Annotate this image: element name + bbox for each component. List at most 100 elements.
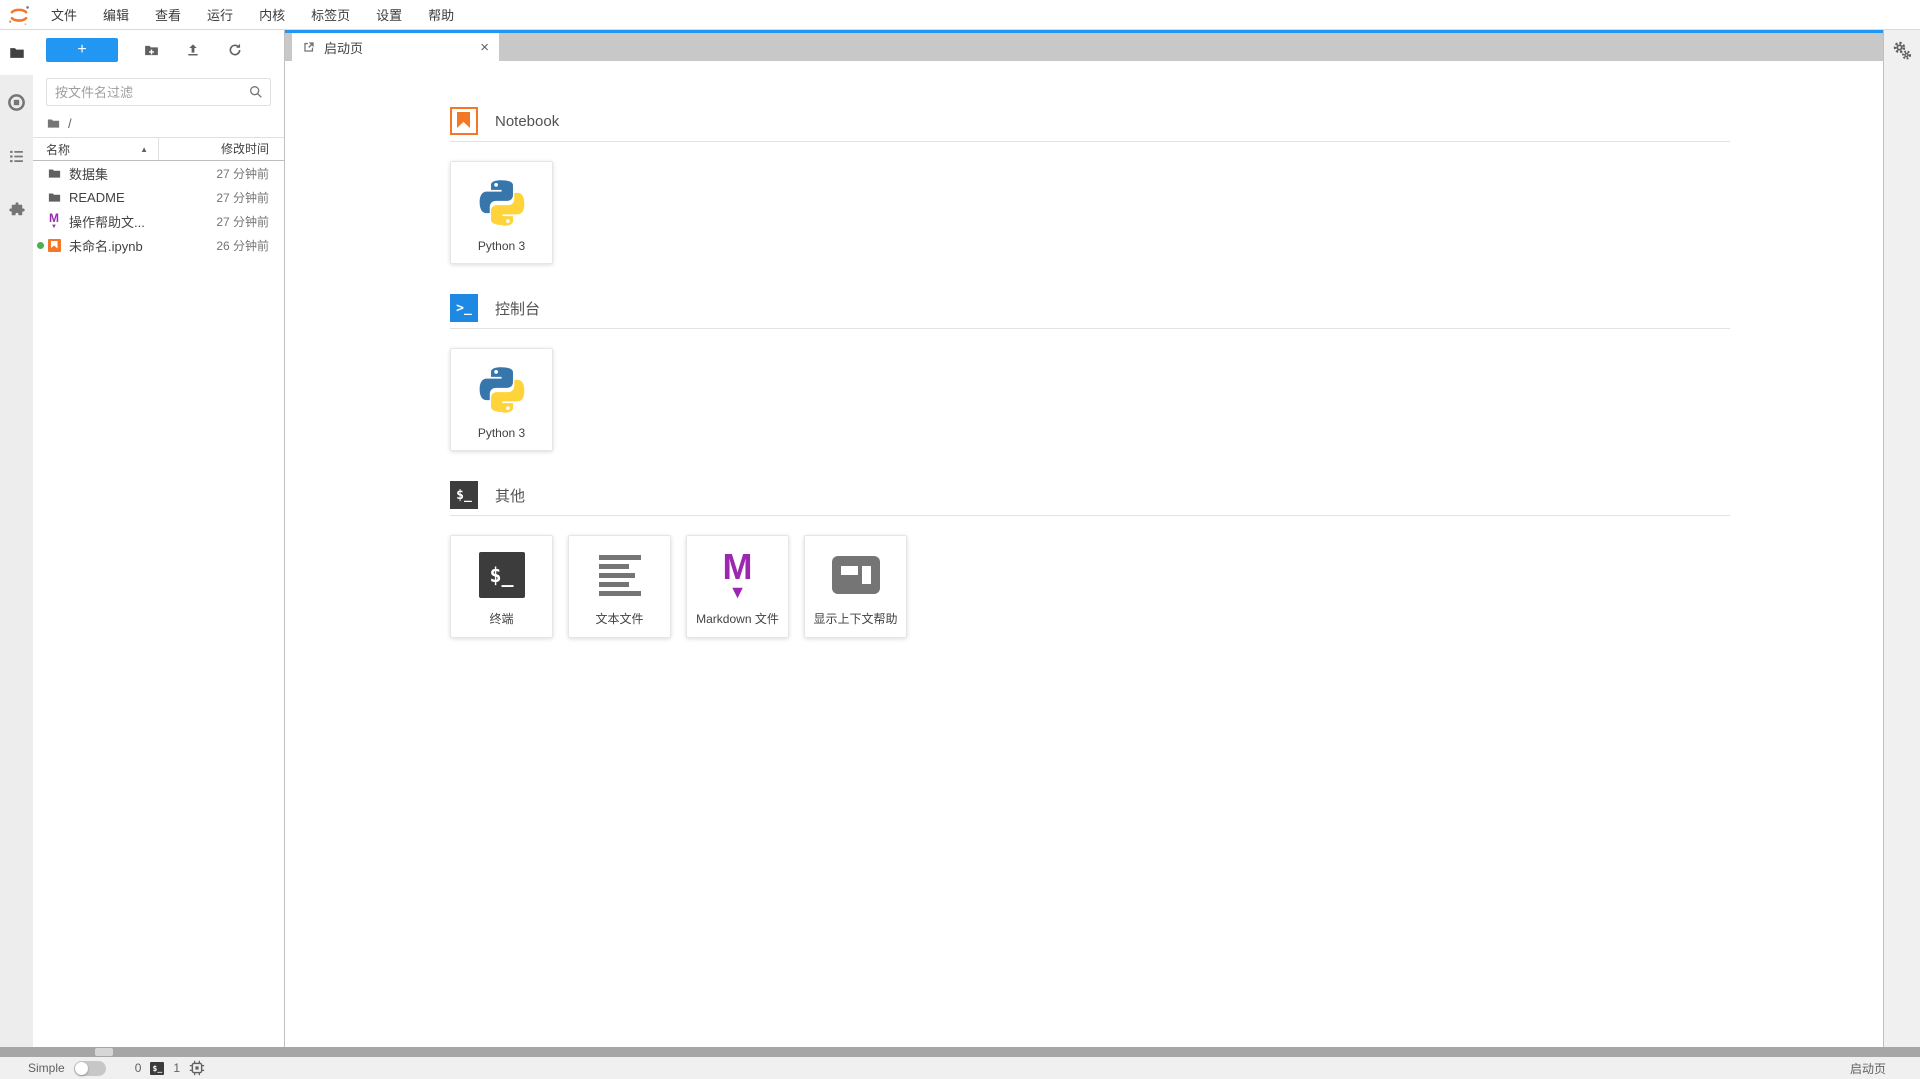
- folder-icon: [46, 166, 62, 181]
- dock-panel: 启动页 × Notebook Python 3 >_ 控制台 Python 3 …: [285, 30, 1883, 1047]
- column-name-label: 名称: [46, 142, 71, 157]
- tab-launcher[interactable]: 启动页 ×: [292, 33, 499, 61]
- launcher-section-other: $_ 其他 $_ 终端 文本文件 M ▼ Markdown 文件 显示上下文帮助: [450, 481, 1730, 638]
- launcher-section-console: >_ 控制台 Python 3: [450, 294, 1730, 451]
- launcher-card-terminal[interactable]: $_ 终端: [450, 535, 553, 638]
- launcher-card-context-help[interactable]: 显示上下文帮助: [804, 535, 907, 638]
- sidebar-tab-extensions[interactable]: [0, 183, 33, 237]
- menu-view[interactable]: 查看: [142, 0, 194, 30]
- file-list: 数据集 27 分钟前 README 27 分钟前 M ▼ 操作帮助文... 27…: [33, 161, 284, 1047]
- file-modified: 27 分钟前: [216, 214, 269, 229]
- sidebar-tab-file-browser[interactable]: [0, 30, 33, 75]
- breadcrumb[interactable]: /: [33, 106, 284, 137]
- horizontal-scrollbar-thumb[interactable]: [95, 1048, 113, 1056]
- sidebar-tab-table-of-contents[interactable]: [0, 129, 33, 183]
- simple-mode-toggle[interactable]: [73, 1060, 106, 1076]
- launcher-card-text-file[interactable]: 文本文件: [568, 535, 671, 638]
- card-label: Markdown 文件: [696, 612, 779, 626]
- kernels-count: 1: [173, 1061, 181, 1075]
- terminal-icon: $_: [450, 481, 478, 509]
- markdown-icon: M ▼: [49, 211, 59, 230]
- launcher-card-console-python3[interactable]: Python 3: [450, 348, 553, 451]
- jupyterlab-app: 文件 编辑 查看 运行 内核 标签页 设置 帮助 + 按文件名过滤 / 名称 ▲…: [0, 0, 1920, 1079]
- file-row-untitled-notebook[interactable]: 未命名.ipynb 26 分钟前: [33, 233, 284, 257]
- jupyter-logo-icon: [8, 4, 30, 26]
- tab-bar: 启动页 ×: [285, 30, 1883, 61]
- activity-bar: [0, 30, 33, 1047]
- file-browser-toolbar: +: [33, 30, 284, 68]
- text-file-icon: [598, 552, 641, 598]
- section-divider: [450, 328, 1730, 329]
- main-body: + 按文件名过滤 / 名称 ▲ 修改时间 数据集 27 分钟前 README 2…: [0, 30, 1920, 1047]
- launcher-icon: [302, 40, 316, 54]
- console-icon: >_: [450, 294, 478, 322]
- file-browser-panel: + 按文件名过滤 / 名称 ▲ 修改时间 数据集 27 分钟前 README 2…: [33, 30, 285, 1047]
- tab-label: 启动页: [324, 40, 364, 56]
- file-modified: 26 分钟前: [216, 238, 269, 253]
- launcher-card-markdown-file[interactable]: M ▼ Markdown 文件: [686, 535, 789, 638]
- terminal-icon[interactable]: $_: [150, 1061, 165, 1075]
- menu-help[interactable]: 帮助: [415, 0, 467, 30]
- section-title: 其他: [495, 487, 526, 505]
- python-logo-icon: [475, 162, 529, 239]
- search-icon: [248, 84, 264, 100]
- menu-edit[interactable]: 编辑: [90, 0, 142, 30]
- file-name: 未命名.ipynb: [69, 238, 143, 254]
- file-filter: [46, 78, 271, 106]
- menu-tabs[interactable]: 标签页: [298, 0, 363, 30]
- table-of-contents-icon: [8, 148, 25, 165]
- menu-bar: 文件 编辑 查看 运行 内核 标签页 设置 帮助: [0, 0, 1920, 30]
- section-title: Notebook: [495, 112, 560, 130]
- file-row-dataset[interactable]: 数据集 27 分钟前: [33, 161, 284, 185]
- file-name: README: [69, 189, 125, 205]
- close-icon[interactable]: ×: [480, 40, 489, 55]
- new-folder-button[interactable]: [130, 38, 172, 62]
- status-bar: Simple 0 $_ 1 启动页: [0, 1057, 1920, 1079]
- card-label: Python 3: [477, 426, 526, 440]
- menu-kernel[interactable]: 内核: [246, 0, 298, 30]
- file-filter-input[interactable]: [46, 78, 271, 106]
- folder-icon: [46, 190, 62, 205]
- file-row-readme[interactable]: README 27 分钟前: [33, 185, 284, 209]
- current-tab-status: 启动页: [1849, 1061, 1886, 1076]
- upload-icon: [185, 42, 201, 58]
- new-folder-icon: [143, 42, 160, 59]
- section-divider: [450, 515, 1730, 516]
- new-launcher-button[interactable]: +: [46, 38, 118, 62]
- bottom-edge: [0, 1047, 1920, 1057]
- settings-gears-icon[interactable]: [1891, 40, 1913, 62]
- notebook-icon: [450, 107, 478, 135]
- file-name: 数据集: [69, 166, 109, 182]
- sort-ascending-icon: ▲: [140, 144, 148, 154]
- launcher: Notebook Python 3 >_ 控制台 Python 3 $_ 其他 …: [285, 61, 1883, 1047]
- column-header-name[interactable]: 名称 ▲: [33, 138, 158, 160]
- refresh-icon: [227, 42, 243, 58]
- running-kernels-icon: [7, 93, 26, 112]
- file-list-header: 名称 ▲ 修改时间: [33, 137, 284, 161]
- extensions-icon: [8, 201, 26, 219]
- markdown-icon: M ▼: [722, 545, 753, 603]
- column-header-modified[interactable]: 修改时间: [158, 138, 284, 160]
- menu-run[interactable]: 运行: [194, 0, 246, 30]
- file-row-help-doc[interactable]: M ▼ 操作帮助文... 27 分钟前: [33, 209, 284, 233]
- terminals-count: 0: [134, 1061, 142, 1075]
- folder-icon: [46, 116, 61, 131]
- right-sidebar: [1883, 30, 1920, 1047]
- refresh-button[interactable]: [214, 38, 256, 62]
- launcher-card-notebook-python3[interactable]: Python 3: [450, 161, 553, 264]
- terminal-icon: $_: [478, 552, 525, 598]
- simple-mode-label: Simple: [28, 1061, 65, 1075]
- python-logo-icon: [475, 349, 529, 426]
- upload-button[interactable]: [172, 38, 214, 62]
- sidebar-tab-running-kernels[interactable]: [0, 75, 33, 129]
- file-name: 操作帮助文...: [69, 214, 145, 230]
- context-help-icon: [831, 556, 880, 594]
- kernel-chip-icon[interactable]: [189, 1060, 205, 1076]
- menu-settings[interactable]: 设置: [363, 0, 415, 30]
- folder-icon: [8, 44, 26, 62]
- file-modified: 27 分钟前: [216, 166, 269, 181]
- kernel-running-indicator: [37, 242, 44, 249]
- section-title: 控制台: [495, 300, 541, 318]
- menu-file[interactable]: 文件: [38, 0, 90, 30]
- card-label: 显示上下文帮助: [813, 612, 898, 626]
